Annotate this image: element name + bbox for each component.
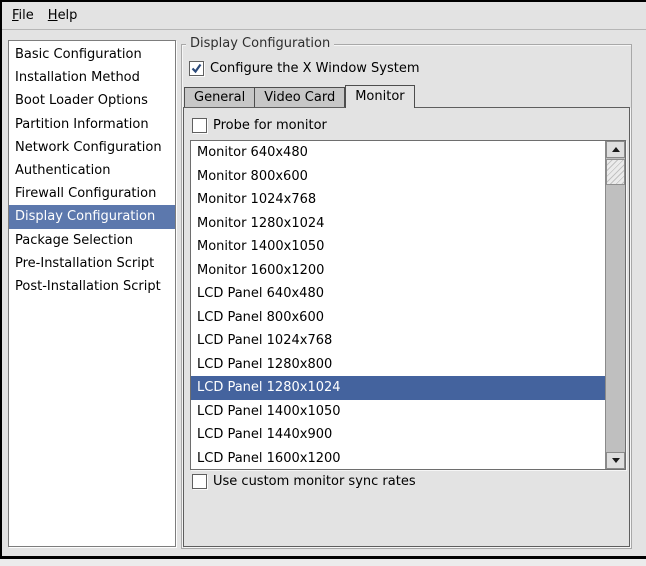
menu-item-help[interactable]: Help (41, 4, 85, 28)
sidebar-item-authentication[interactable]: Authentication (9, 159, 175, 182)
scroll-up-button[interactable] (606, 141, 625, 158)
monitor-item-monitor-1280x1024[interactable]: Monitor 1280x1024 (191, 212, 605, 236)
configure-x-row: Configure the X Window System (189, 61, 420, 77)
monitor-item-monitor-1400x1050[interactable]: Monitor 1400x1050 (191, 235, 605, 259)
configure-x-checkbox[interactable] (189, 61, 204, 76)
sidebar-item-firewall-configuration[interactable]: Firewall Configuration (9, 182, 175, 205)
custom-sync-checkbox[interactable] (192, 474, 207, 489)
scrollbar[interactable] (605, 141, 625, 469)
checkmark-icon (190, 62, 203, 75)
custom-sync-label: Use custom monitor sync rates (213, 474, 416, 490)
frame-title: Display Configuration (186, 36, 334, 52)
sidebar-list: Basic ConfigurationInstallation MethodBo… (8, 40, 176, 547)
app-window: File Help Basic ConfigurationInstallatio… (0, 0, 646, 559)
scroll-down-icon (612, 458, 620, 463)
sidebar-item-pre-installation-script[interactable]: Pre-Installation Script (9, 252, 175, 275)
tab-monitor[interactable]: Monitor (345, 85, 414, 108)
monitor-item-lcd-panel-1024x768[interactable]: LCD Panel 1024x768 (191, 329, 605, 353)
monitor-rows: Monitor 640x480Monitor 800x600Monitor 10… (191, 141, 605, 469)
sidebar-item-display-configuration[interactable]: Display Configuration (9, 205, 175, 228)
sidebar-item-network-configuration[interactable]: Network Configuration (9, 136, 175, 159)
monitor-item-lcd-panel-1280x800[interactable]: LCD Panel 1280x800 (191, 353, 605, 377)
probe-monitor-row: Probe for monitor (192, 118, 327, 134)
menubar: File Help (2, 2, 646, 30)
configure-x-label: Configure the X Window System (210, 61, 420, 77)
monitor-item-monitor-1024x768[interactable]: Monitor 1024x768 (191, 188, 605, 212)
monitor-item-lcd-panel-1440x900[interactable]: LCD Panel 1440x900 (191, 423, 605, 447)
monitor-item-monitor-640x480[interactable]: Monitor 640x480 (191, 141, 605, 165)
probe-monitor-label: Probe for monitor (213, 118, 327, 134)
menu-item-file[interactable]: File (5, 4, 41, 28)
monitor-item-lcd-panel-640x480[interactable]: LCD Panel 640x480 (191, 282, 605, 306)
monitor-item-monitor-800x600[interactable]: Monitor 800x600 (191, 165, 605, 189)
scroll-down-button[interactable] (606, 452, 625, 469)
tab-video-card[interactable]: Video Card (255, 87, 345, 108)
sidebar-item-installation-method[interactable]: Installation Method (9, 66, 175, 89)
scrollbar-thumb[interactable] (606, 159, 625, 185)
tab-bar: GeneralVideo CardMonitor (184, 85, 415, 108)
sidebar-item-post-installation-script[interactable]: Post-Installation Script (9, 275, 175, 298)
sidebar-item-boot-loader-options[interactable]: Boot Loader Options (9, 89, 175, 112)
tab-general[interactable]: General (184, 87, 255, 108)
monitor-item-lcd-panel-1400x1050[interactable]: LCD Panel 1400x1050 (191, 400, 605, 424)
sidebar-item-partition-information[interactable]: Partition Information (9, 113, 175, 136)
scroll-up-icon (612, 147, 620, 152)
sidebar-item-package-selection[interactable]: Package Selection (9, 229, 175, 252)
monitor-list: Monitor 640x480Monitor 800x600Monitor 10… (190, 140, 626, 470)
monitor-item-lcd-panel-800x600[interactable]: LCD Panel 800x600 (191, 306, 605, 330)
monitor-item-lcd-panel-1600x1200[interactable]: LCD Panel 1600x1200 (191, 447, 605, 470)
custom-sync-row: Use custom monitor sync rates (192, 474, 416, 490)
probe-monitor-checkbox[interactable] (192, 118, 207, 133)
monitor-item-monitor-1600x1200[interactable]: Monitor 1600x1200 (191, 259, 605, 283)
window: { "menu": { "items": ["File", "Help"] },… (0, 0, 646, 566)
sidebar-item-basic-configuration[interactable]: Basic Configuration (9, 43, 175, 66)
monitor-item-lcd-panel-1280x1024[interactable]: LCD Panel 1280x1024 (191, 376, 605, 400)
